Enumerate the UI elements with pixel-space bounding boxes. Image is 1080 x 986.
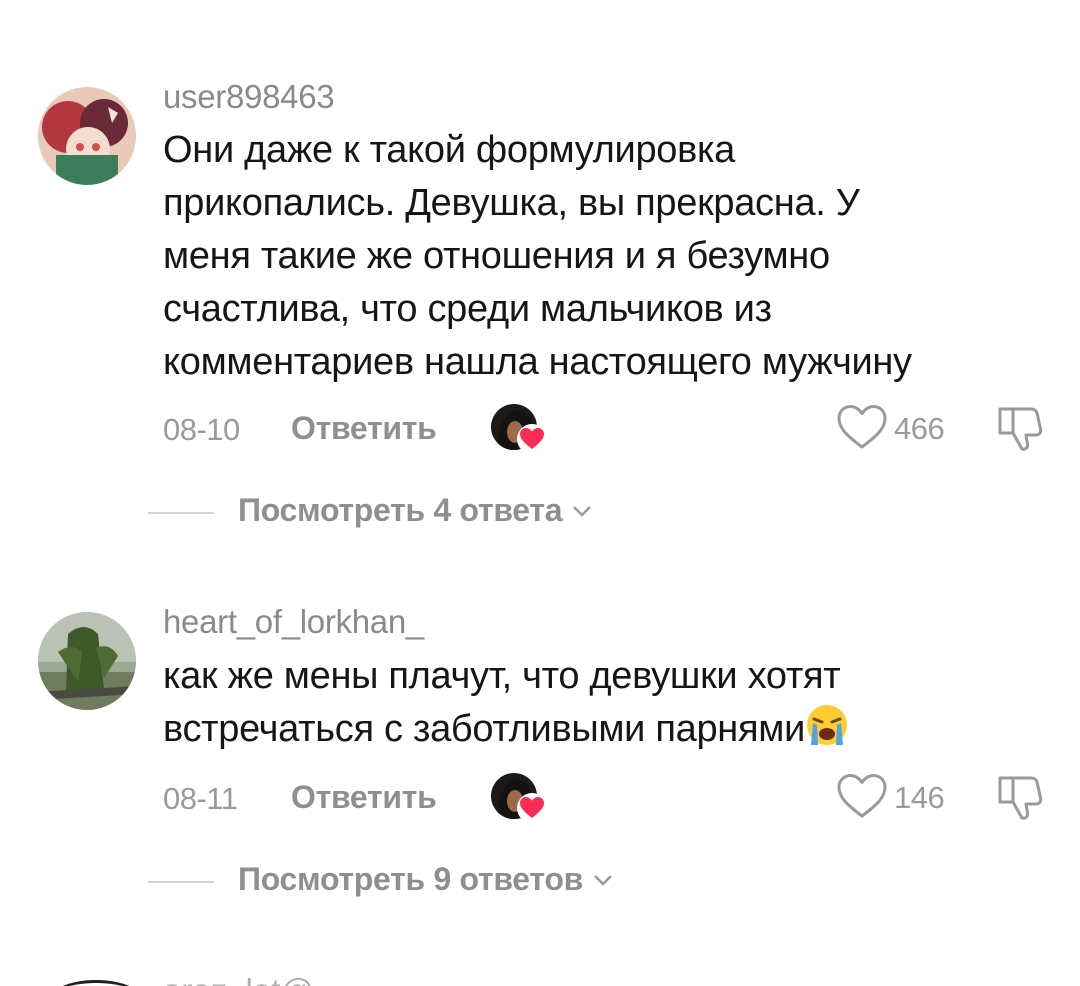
like-count: 466 <box>894 411 945 446</box>
view-replies-button[interactable]: Посмотреть 4 ответа <box>148 492 748 532</box>
view-replies-button[interactable]: Посмотреть 9 ответов <box>148 861 748 901</box>
comment-username[interactable]: araz_lat@ <box>163 974 314 986</box>
liked-by-creator-badge <box>491 773 547 823</box>
view-replies-label: Посмотреть 4 ответа <box>238 492 592 529</box>
comment-text: как же мены плачут, что девушки хотят вс… <box>163 650 1043 762</box>
view-replies-label: Посмотреть 9 ответов <box>238 861 613 898</box>
divider-line <box>148 881 214 883</box>
comment-date: 08-11 <box>163 781 238 816</box>
chevron-down-icon <box>573 506 592 517</box>
creator-heart-icon <box>517 793 547 823</box>
next-comment-partial: araz_lat@ <box>0 968 1080 986</box>
comments-list: user898463 Они даже к такой формулировка… <box>0 0 1080 986</box>
comment-username[interactable]: user898463 <box>163 78 335 116</box>
divider-line <box>148 512 214 514</box>
avatar[interactable] <box>38 87 136 185</box>
comment-text-line: Они даже к такой формулировка <box>163 129 736 171</box>
comment-actions: 08-11 Ответить 146 <box>163 772 1063 825</box>
avatar[interactable] <box>38 612 136 710</box>
heart-outline-icon[interactable] <box>836 772 888 820</box>
like-count: 146 <box>894 780 945 815</box>
comment-date: 08-10 <box>163 412 240 447</box>
comment-text-line: комментариев нашла настоящего мужчину <box>163 341 912 383</box>
comment-text-line: прикопались. Девушка, вы прекрасна. У <box>163 182 860 224</box>
creator-heart-icon <box>517 424 547 454</box>
comment-username[interactable]: heart_of_lorkhan_ <box>163 603 424 641</box>
reply-button[interactable]: Ответить <box>291 410 437 447</box>
comment-text-line: счастлива, что среди мальчиков из <box>163 288 772 330</box>
reply-button[interactable]: Ответить <box>291 779 437 816</box>
chevron-down-icon <box>594 875 612 886</box>
dislike-icon[interactable] <box>996 772 1044 822</box>
comment-text-line: встречаться с заботливыми парнями <box>163 703 1043 762</box>
avatar[interactable] <box>48 980 144 986</box>
dislike-icon[interactable] <box>996 403 1044 453</box>
loudly-crying-face-icon <box>805 703 849 762</box>
comment-text-line: меня такие же отношения и я безумно <box>163 235 830 277</box>
comment-actions: 08-10 Ответить 466 <box>163 403 1063 456</box>
heart-outline-icon[interactable] <box>836 403 888 451</box>
liked-by-creator-badge <box>491 404 547 454</box>
comment-text: Они даже к такой формулировка прикопалис… <box>163 124 1043 389</box>
comment-text-line: как же мены плачут, что девушки хотят <box>163 655 841 697</box>
